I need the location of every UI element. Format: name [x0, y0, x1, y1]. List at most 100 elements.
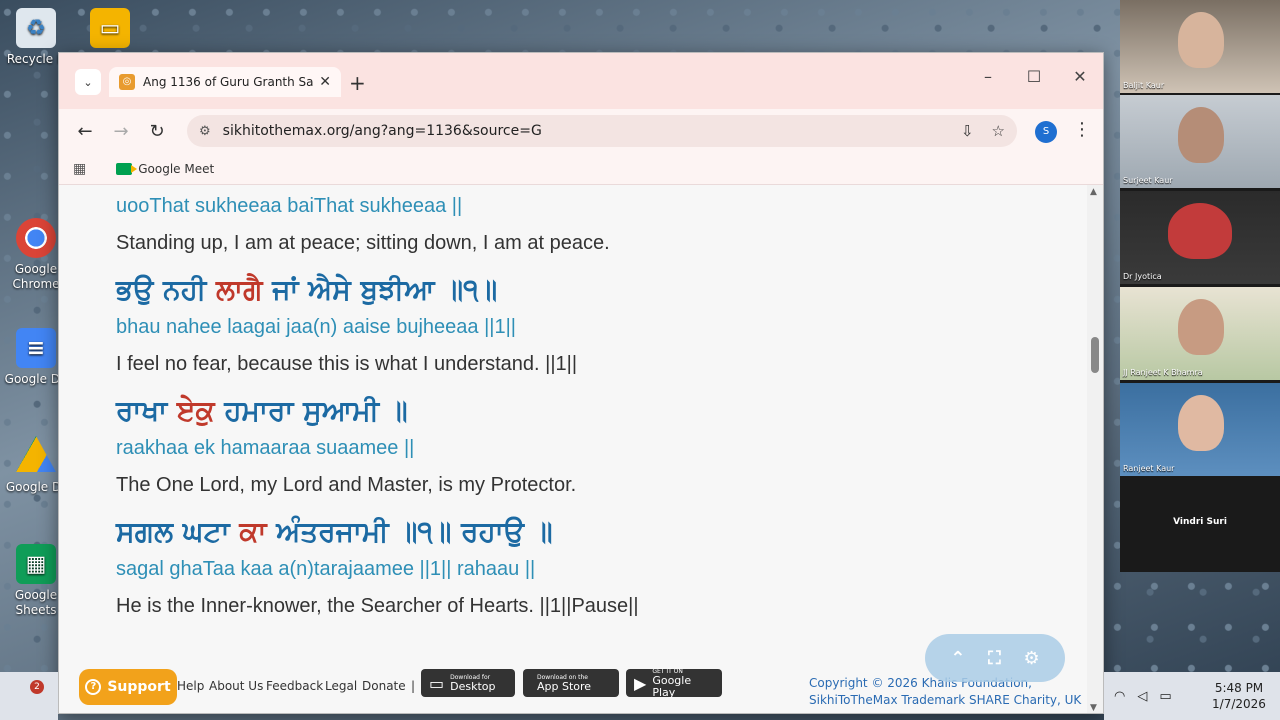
gurmukhi-text: ਜਾਂ ਐਸੇ ਬੁਝੀਆ ॥੧॥ — [262, 273, 498, 306]
active-tab[interactable]: ◎ Ang 1136 of Guru Granth Sahib ✕ — [109, 67, 341, 97]
gurmukhi-line: ਭਉ ਨਹੀ ਲਾਗੈ ਜਾਂ ਐਸੇ ਬੁਝੀਆ ॥੧॥ — [116, 273, 1087, 307]
notification-badge[interactable]: 2 — [30, 680, 44, 694]
install-app-icon[interactable]: ⇩ — [961, 122, 974, 140]
scroll-thumb[interactable] — [1091, 337, 1099, 373]
back-button[interactable]: ← — [69, 115, 101, 147]
footer-link-donate[interactable]: Donate — [362, 679, 406, 693]
google-play-button[interactable]: ▶ GET IT ON Google Play — [626, 668, 722, 698]
bookmarks-bar: ▦ Google Meet — [59, 153, 1103, 185]
floating-controls: ⌃ ⛶ ⚙ — [925, 634, 1065, 682]
bookmark-star-icon[interactable]: ☆ — [992, 122, 1005, 140]
bookmark-label: Google Meet — [138, 161, 215, 176]
translation: He is the Inner-knower, the Searcher of … — [116, 595, 639, 617]
clock-time: 5:48 PM — [1214, 681, 1264, 695]
verse-block: ਸਗਲ ਘਟਾ ਕਾ ਅੰਤਰਜਾਮੀ ॥੧॥ ਰਹਾਉ ॥ sagal gha… — [116, 515, 1087, 619]
copyright-line[interactable]: SikhiToTheMax Trademark SHARE Charity, U… — [809, 692, 1081, 709]
gurmukhi-line: ਸਗਲ ਘਟਾ ਕਾ ਅੰਤਰਜਾਮੀ ॥੧॥ ਰਹਾਉ ॥ — [116, 515, 1087, 549]
footer-separator: | — [411, 679, 416, 693]
address-bar[interactable]: ⚙ sikhitothemax.org/ang?ang=1136&source=… — [187, 115, 1017, 147]
page-scrollbar[interactable]: ▲ ▼ — [1087, 185, 1103, 713]
participant-tile[interactable]: Surjeet Kaur — [1120, 95, 1280, 188]
taskbar-left — [0, 672, 58, 720]
app-store-button[interactable]: Download on the App Store — [523, 669, 619, 697]
translation: Standing up, I am at peace; sitting down… — [116, 232, 610, 254]
google-meet-icon — [116, 162, 138, 175]
participant-video — [1178, 107, 1224, 163]
transliteration: sagal ghaTaa kaa a(n)tarajaamee ||1|| ra… — [116, 558, 536, 580]
google-drive-icon — [16, 436, 56, 472]
participant-name: Dr Jyotica — [1123, 272, 1162, 281]
tab-search-button[interactable]: ⌄ — [75, 69, 101, 95]
download-desktop-button[interactable]: ▭ Download for Desktop — [421, 669, 515, 697]
video-call-panel: Baljit Kaur Surjeet Kaur Dr Jyotica JJ R… — [1120, 0, 1280, 572]
page-content: uooThat sukheeaa baiThat sukheeaa || Sta… — [59, 185, 1087, 665]
store-big-label: Desktop — [450, 679, 496, 693]
verse-block: uooThat sukheeaa baiThat sukheeaa || Sta… — [116, 193, 1087, 256]
participant-tile[interactable]: Ranjeet Kaur — [1120, 383, 1280, 476]
browser-menu-icon[interactable]: ⋮ — [1073, 119, 1091, 140]
verse-block: ਭਉ ਨਹੀ ਲਾਗੈ ਜਾਂ ਐਸੇ ਬੁਝੀਆ ॥੧॥ bhau nahee… — [116, 273, 1087, 377]
transliteration: uooThat sukheeaa baiThat sukheeaa || — [116, 195, 463, 217]
support-button[interactable]: ? Support — [79, 669, 177, 705]
participant-video — [1178, 395, 1224, 451]
scroll-to-top-icon[interactable]: ⌃ — [950, 648, 965, 669]
forward-button[interactable]: → — [105, 115, 137, 147]
gurmukhi-text: ਭਉ ਨਹੀ — [116, 273, 217, 306]
gurmukhi-text: ਹਮਾਰਾ ਸੁਆਮੀ ॥ — [214, 394, 408, 427]
google-sheets-icon: ▦ — [16, 544, 56, 584]
fullscreen-icon[interactable]: ⛶ — [988, 648, 1001, 669]
reload-button[interactable]: ↻ — [141, 115, 173, 147]
slides-icon: ▭ — [90, 8, 130, 48]
participant-tile[interactable]: JJ Ranjeet K Bhamra — [1120, 287, 1280, 380]
taskbar-clock[interactable]: 5:48 PM 1/7/2026 — [1206, 680, 1272, 712]
profile-avatar[interactable]: S — [1035, 121, 1057, 143]
minimize-button[interactable]: – — [973, 67, 1003, 86]
transliteration: bhau nahee laagai jaa(n) aaise bujheeaa … — [116, 316, 516, 338]
gurmukhi-text: ਰਾਖਾ — [116, 394, 177, 427]
translation: I feel no fear, because this is what I u… — [116, 353, 578, 375]
participant-name: JJ Ranjeet K Bhamra — [1123, 368, 1203, 377]
new-tab-button[interactable]: + — [349, 71, 366, 95]
close-window-button[interactable]: ✕ — [1065, 67, 1095, 86]
support-label: Support — [107, 679, 171, 695]
gurmukhi-line: ਰਾਖਾ ਏਕੁ ਹਮਾਰਾ ਸੁਆਮੀ ॥ — [116, 394, 1087, 428]
play-icon: ▶ — [634, 673, 647, 693]
laptop-icon: ▭ — [429, 673, 445, 693]
site-info-icon[interactable]: ⚙ — [199, 124, 211, 139]
chrome-icon — [16, 218, 56, 258]
participant-tile[interactable]: Dr Jyotica — [1120, 191, 1280, 284]
help-circle-icon: ? — [85, 679, 102, 695]
sikhitothemax-favicon-icon: ◎ — [119, 74, 135, 90]
translation: The One Lord, my Lord and Master, is my … — [116, 474, 577, 496]
settings-gear-icon[interactable]: ⚙ — [1024, 648, 1040, 669]
footer-link-feedback[interactable]: Feedback — [266, 679, 323, 693]
desktop-icon-slides[interactable]: ▭ — [76, 8, 144, 52]
participant-video — [1178, 299, 1224, 355]
gurmukhi-text: ਸਗਲ ਘਟਾ — [116, 515, 240, 548]
scroll-up-icon[interactable]: ▲ — [1090, 187, 1097, 197]
volume-icon[interactable]: ◁ — [1137, 689, 1147, 704]
close-tab-icon[interactable]: ✕ — [319, 74, 331, 90]
footer-link-legal[interactable]: Legal — [325, 679, 357, 693]
footer-link-about[interactable]: About Us — [209, 679, 263, 693]
battery-icon[interactable]: ▭ — [1159, 689, 1171, 704]
participant-name: Ranjeet Kaur — [1123, 464, 1175, 473]
participant-name: Vindri Suri — [1173, 517, 1227, 527]
browser-window: ⌄ ◎ Ang 1136 of Guru Granth Sahib ✕ + – … — [58, 52, 1104, 714]
participant-video — [1168, 203, 1232, 259]
participant-tile[interactable]: Baljit Kaur — [1120, 0, 1280, 93]
participant-tile[interactable]: Vindri Suri — [1120, 479, 1280, 572]
participant-video — [1178, 12, 1224, 68]
desktop-icon-label: Recycle B — [6, 52, 66, 66]
gurmukhi-vishraam: ਲਾਗੈ — [216, 273, 263, 306]
bookmark-google-meet[interactable]: Google Meet — [116, 162, 214, 176]
footer-link-help[interactable]: Help — [177, 679, 204, 693]
scroll-down-icon[interactable]: ▼ — [1090, 703, 1097, 713]
desktop-icon-label: Google Sheets — [14, 588, 58, 617]
wifi-icon[interactable]: ◠ — [1114, 689, 1125, 704]
apps-grid-icon[interactable]: ▦ — [73, 161, 86, 177]
gurmukhi-vishraam: ਏਕੁ — [176, 394, 215, 427]
maximize-button[interactable]: ☐ — [1019, 67, 1049, 86]
verse-block: ਰਾਖਾ ਏਕੁ ਹਮਾਰਾ ਸੁਆਮੀ ॥ raakhaa ek hamaar… — [116, 394, 1087, 498]
url-text[interactable]: sikhitothemax.org/ang?ang=1136&source=G — [223, 123, 943, 139]
